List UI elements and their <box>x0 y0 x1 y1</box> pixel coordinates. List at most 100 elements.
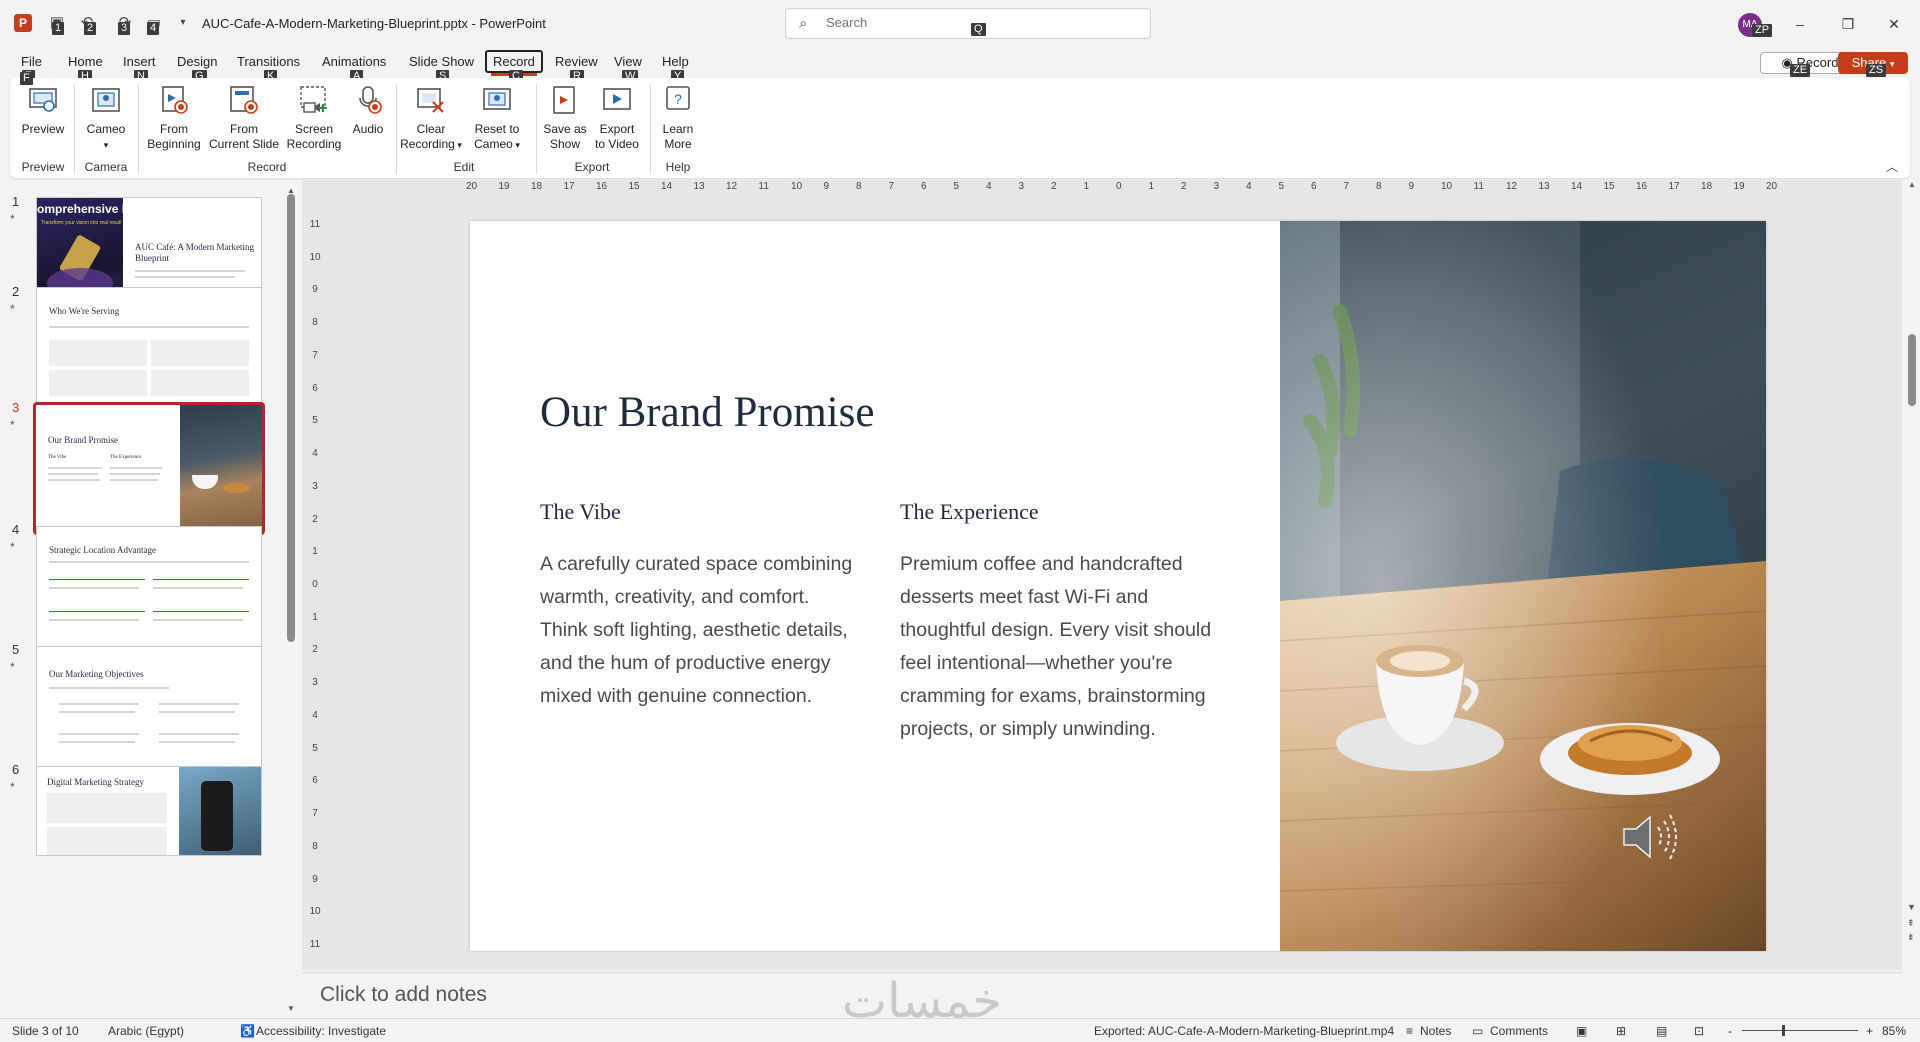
cafe-photo[interactable] <box>1280 221 1766 951</box>
reset-to-cameo-icon <box>483 88 511 110</box>
keytip: ZS <box>1866 64 1887 77</box>
scroll-down-icon[interactable]: ▼ <box>1907 902 1916 912</box>
slide-thumbnail-3[interactable]: Our Brand Promise The Vibe The Experienc… <box>33 402 265 535</box>
ruler-tick: 7 <box>1343 181 1350 192</box>
audio-speaker-icon[interactable] <box>1620 811 1678 863</box>
slide-thumbnail-2[interactable]: Who We're Serving <box>36 287 262 414</box>
slide-title[interactable]: Our Brand Promise <box>540 388 874 437</box>
zoom-slider-thumb[interactable] <box>1782 1025 1785 1036</box>
zoom-level[interactable]: 85% <box>1882 1024 1906 1038</box>
export-to-video-label-1: Export <box>599 122 635 136</box>
thumb-title: Strategic Location Advantage <box>49 545 156 555</box>
thumb-text-line <box>49 326 249 328</box>
tab-file[interactable]: File <box>15 53 48 70</box>
thumb-text-line <box>59 711 135 713</box>
comments-button[interactable]: Comments <box>1490 1024 1548 1038</box>
tab-home[interactable]: Home <box>62 53 109 70</box>
restore-button[interactable]: ❐ <box>1834 12 1862 36</box>
reading-view-icon[interactable]: ▤ <box>1656 1024 1667 1038</box>
editor-scrollbar[interactable]: ▲ ▼ ⇞ ⇟ <box>1906 180 1920 1010</box>
thumb-card <box>151 340 249 366</box>
thumb-text-line <box>48 467 102 469</box>
thumb-title: Our Brand Promise <box>48 435 118 445</box>
left-column-body[interactable]: A carefully curated space combining warm… <box>540 548 860 713</box>
thumb-banner: omprehensive Marketing Pla <box>37 202 123 216</box>
learn-more-button[interactable]: ? Learn More <box>654 84 702 152</box>
left-column-heading[interactable]: The Vibe <box>540 499 621 525</box>
right-column-body[interactable]: Premium coffee and handcrafted desserts … <box>900 548 1220 746</box>
notes-pane[interactable]: Click to add notes خمسات <box>302 972 1902 1029</box>
thumb-number: 6 <box>12 762 20 777</box>
tab-slide-show[interactable]: Slide Show <box>403 53 480 70</box>
record-from-beginning-button[interactable]: From Beginning <box>143 84 205 152</box>
thumb-banner-sub: Transform your vision into real results <box>41 220 121 226</box>
previous-slide-icon[interactable]: ⇞ <box>1907 918 1915 929</box>
collapse-ribbon-icon[interactable]: ︿ <box>1886 158 1898 175</box>
preview-button[interactable]: Preview <box>18 84 68 137</box>
thumb-number: 4 <box>12 522 20 537</box>
thumbnail-scrollbar[interactable]: ▲ ▼ <box>286 186 296 1018</box>
ruler-tick: 14 <box>661 181 673 192</box>
slide-show-icon[interactable]: ⊡ <box>1694 1024 1704 1038</box>
group-separator <box>396 84 397 174</box>
tab-review[interactable]: Review <box>549 53 604 70</box>
slide-sorter-icon[interactable]: ⊞ <box>1616 1024 1626 1038</box>
tab-transitions[interactable]: Transitions <box>231 53 306 70</box>
zoom-slider[interactable] <box>1742 1030 1858 1031</box>
thumb-card <box>151 370 249 396</box>
save-as-show-button[interactable]: Save as Show <box>540 84 590 152</box>
scroll-thumb[interactable] <box>287 194 295 642</box>
notes-placeholder[interactable]: Click to add notes <box>320 983 487 1007</box>
close-button[interactable]: ✕ <box>1880 12 1908 36</box>
tab-insert[interactable]: Insert <box>117 53 162 70</box>
ruler-tick: 9 <box>1408 181 1415 192</box>
screen-recording-button[interactable]: Screen Recording <box>283 84 345 152</box>
cameo-label: Cameo <box>86 122 126 136</box>
chevron-down-icon: ▾ <box>512 140 520 150</box>
right-column-heading[interactable]: The Experience <box>900 499 1039 525</box>
ruler-tick: 1 <box>1148 181 1155 192</box>
thumb-number: 3 <box>12 400 20 415</box>
thumb-card <box>47 827 167 855</box>
scroll-thumb[interactable] <box>1908 334 1916 406</box>
ruler-tick: 18 <box>1701 181 1713 192</box>
language-indicator[interactable]: Arabic (Egypt) <box>108 1024 184 1038</box>
animation-star-icon: * <box>10 302 15 316</box>
export-to-video-button[interactable]: Export to Video <box>590 84 644 152</box>
tab-view[interactable]: View <box>608 53 648 70</box>
ruler-tick: 2 <box>312 513 318 525</box>
customize-qat-icon[interactable]: ▾ <box>174 14 192 32</box>
clear-recording-button[interactable]: Clear Recording ▾ <box>398 84 464 153</box>
phone-icon <box>201 781 233 851</box>
zoom-in-button[interactable]: + <box>1866 1024 1873 1038</box>
thumb-text-line <box>59 703 139 705</box>
group-separator <box>536 84 537 174</box>
accessibility-icon: ♿ <box>240 1024 255 1038</box>
group-separator <box>138 84 139 174</box>
ruler-tick: 1 <box>1083 181 1090 192</box>
normal-view-icon[interactable]: ▣ <box>1576 1024 1587 1038</box>
record-from-current-slide-button[interactable]: From Current Slide <box>206 84 282 152</box>
notes-button[interactable]: Notes <box>1420 1024 1451 1038</box>
slide-canvas[interactable]: Our Brand Promise The Vibe The Experienc… <box>470 221 1766 951</box>
tab-animations[interactable]: Animations <box>316 53 392 70</box>
next-slide-icon[interactable]: ⇟ <box>1907 932 1915 943</box>
reset-to-cameo-button[interactable]: Reset to Cameo ▾ <box>466 84 528 153</box>
tab-help[interactable]: Help <box>656 53 695 70</box>
accessibility-status[interactable]: Accessibility: Investigate <box>256 1024 386 1038</box>
minimize-button[interactable]: – <box>1786 12 1814 36</box>
ruler-tick: 11 <box>1473 181 1484 192</box>
zoom-out-button[interactable]: - <box>1728 1024 1732 1038</box>
ribbon: Preview Preview Cameo ▾ Camera From Begin… <box>10 78 1910 178</box>
ruler-tick: 0 <box>1116 181 1122 192</box>
search-box[interactable]: ⌕ Q <box>785 8 1151 39</box>
slide-thumbnail-4[interactable]: Strategic Location Advantage <box>36 526 262 653</box>
scroll-up-icon[interactable]: ▲ <box>1908 180 1916 189</box>
cameo-button[interactable]: Cameo ▾ <box>80 84 132 153</box>
tab-design[interactable]: Design <box>171 53 223 70</box>
audio-button[interactable]: Audio <box>346 84 390 137</box>
thumb-rule <box>49 611 145 612</box>
slide-thumbnail-5[interactable]: Our Marketing Objectives <box>36 646 262 773</box>
scroll-down-icon[interactable]: ▼ <box>287 1004 295 1013</box>
slide-thumbnail-6[interactable]: Digital Marketing Strategy <box>36 766 262 856</box>
